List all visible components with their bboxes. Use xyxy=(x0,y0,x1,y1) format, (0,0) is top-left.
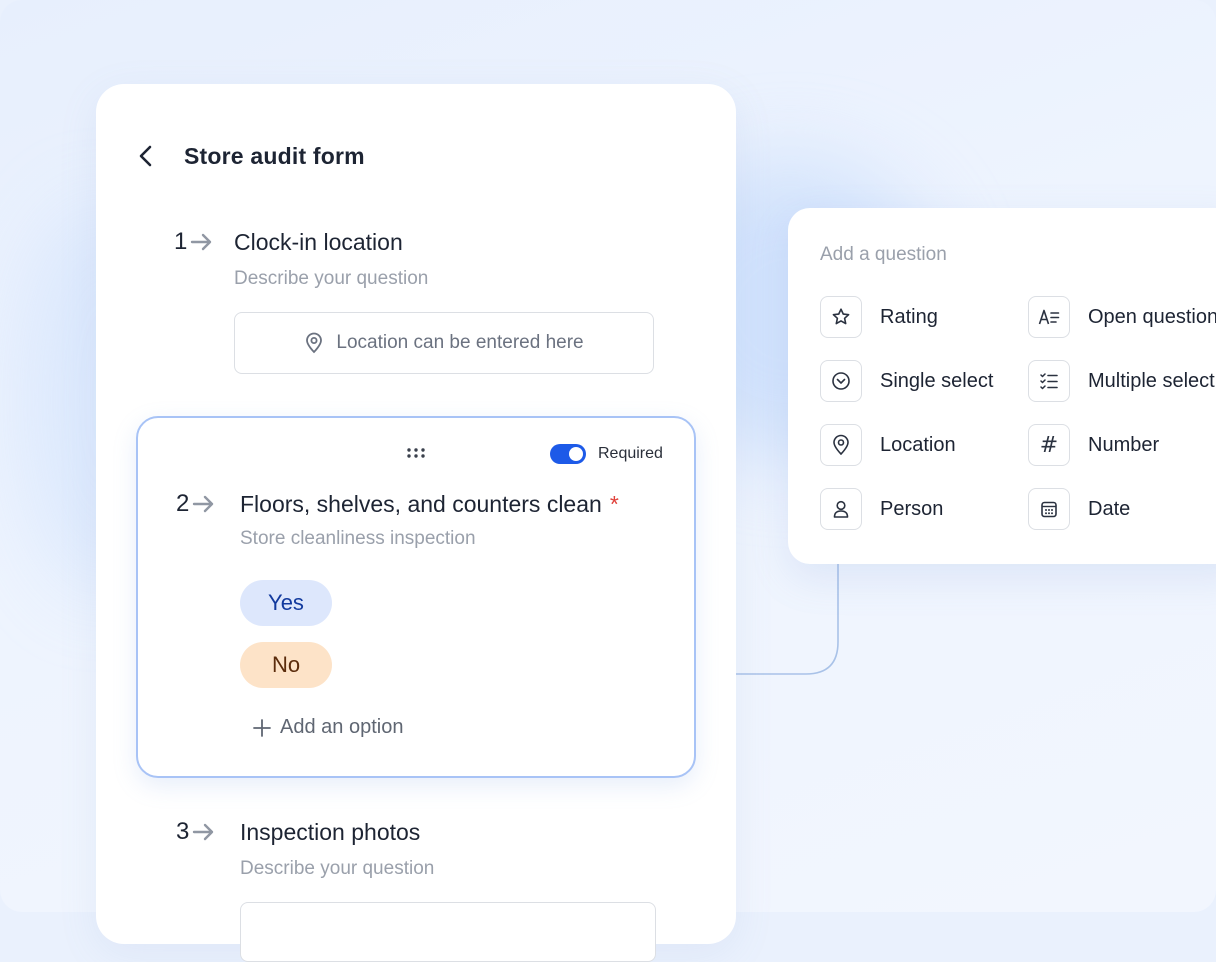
form-header: Store audit form xyxy=(136,140,365,172)
question-type-label: Date xyxy=(1088,497,1131,520)
question-type-single-select[interactable]: Single select xyxy=(820,360,993,402)
add-question-panel: Add a question Rating Open question Sing… xyxy=(788,208,1216,564)
required-label: Required xyxy=(598,445,663,462)
question-description[interactable]: Store cleanliness inspection xyxy=(240,528,476,550)
calendar-icon xyxy=(1028,488,1070,530)
location-placeholder: Location can be entered here xyxy=(336,332,584,353)
question-number: 3 xyxy=(176,818,216,846)
add-option-label: Add an option xyxy=(280,716,404,738)
add-option-button[interactable]: Add an option xyxy=(252,716,403,739)
question-type-date[interactable]: Date xyxy=(1028,488,1130,530)
toggle-knob xyxy=(569,447,583,461)
question-title[interactable]: Floors, shelves, and counters clean * xyxy=(240,491,619,518)
hash-glyph: # xyxy=(1039,432,1059,458)
question-title-text: Floors, shelves, and counters clean xyxy=(240,491,602,517)
option-chip-no[interactable]: No xyxy=(240,642,332,688)
required-star: * xyxy=(609,491,619,517)
question-type-multiple-select[interactable]: Multiple select xyxy=(1028,360,1215,402)
question-title[interactable]: Clock-in location xyxy=(234,229,403,256)
drag-handle-icon[interactable] xyxy=(406,446,426,464)
question-number: 1 xyxy=(174,228,214,256)
chevron-circle-icon xyxy=(820,360,862,402)
question-type-label: Location xyxy=(880,433,956,456)
person-icon xyxy=(820,488,862,530)
checklist-icon xyxy=(1028,360,1070,402)
question-type-rating[interactable]: Rating xyxy=(820,296,938,338)
question-description[interactable]: Describe your question xyxy=(240,858,434,880)
back-arrow-icon[interactable] xyxy=(136,140,164,172)
location-pin-icon xyxy=(820,424,862,466)
question-number: 2 xyxy=(176,490,216,518)
question-number-text: 3 xyxy=(176,818,190,845)
hash-icon: # xyxy=(1028,424,1070,466)
question-type-label: Number xyxy=(1088,433,1160,456)
question-type-location[interactable]: Location xyxy=(820,424,956,466)
question-number-text: 2 xyxy=(176,490,190,517)
question-type-label: Multiple select xyxy=(1088,369,1215,392)
plus-icon xyxy=(253,718,271,737)
right-arrow-icon xyxy=(193,823,214,841)
question-description[interactable]: Describe your question xyxy=(234,268,428,290)
location-input[interactable]: Location can be entered here xyxy=(234,312,654,374)
location-pin-icon xyxy=(306,332,323,354)
question-type-open[interactable]: Open question xyxy=(1028,296,1216,338)
required-toggle[interactable] xyxy=(550,444,586,464)
active-question-card[interactable]: Required 2 Floors, shelves, and counters… xyxy=(136,416,696,778)
star-icon xyxy=(820,296,862,338)
right-arrow-icon xyxy=(193,495,214,513)
question-type-label: Rating xyxy=(880,305,938,328)
right-arrow-icon xyxy=(191,233,212,251)
question-title[interactable]: Inspection photos xyxy=(240,819,420,846)
text-lines-icon xyxy=(1028,296,1070,338)
question-type-label: Person xyxy=(880,497,944,520)
question-type-label: Open question xyxy=(1088,305,1216,328)
question-type-label: Single select xyxy=(880,369,994,392)
question-type-person[interactable]: Person xyxy=(820,488,943,530)
page-title: Store audit form xyxy=(184,142,365,169)
question-type-number[interactable]: # Number xyxy=(1028,424,1159,466)
option-chip-yes[interactable]: Yes xyxy=(240,580,332,626)
photo-upload-field[interactable] xyxy=(240,902,656,962)
panel-title: Add a question xyxy=(820,244,947,265)
question-number-text: 1 xyxy=(174,228,188,255)
